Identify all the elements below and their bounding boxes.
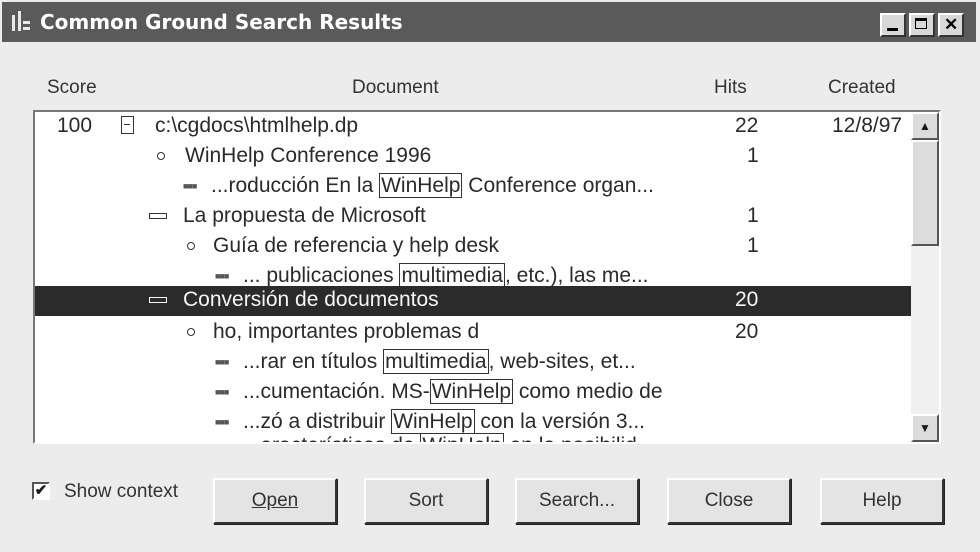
result-row-topic[interactable]: Guía de referencia y help desk 1 bbox=[35, 232, 909, 262]
column-header-score[interactable]: Score bbox=[47, 77, 97, 99]
close-button[interactable]: Close bbox=[667, 478, 791, 524]
section-bar-icon bbox=[149, 213, 167, 219]
context-dots-icon: ■■■ bbox=[215, 357, 229, 367]
show-context-checkbox[interactable]: ✔ bbox=[32, 482, 50, 500]
row-hits: 1 bbox=[747, 144, 759, 167]
column-header-created[interactable]: Created bbox=[828, 77, 896, 99]
context-snippet: ...aracterísticas de WinHelp en la posib… bbox=[243, 432, 654, 442]
context-snippet: ...roducción En la WinHelp Conference or… bbox=[211, 173, 654, 198]
column-header-document[interactable]: Document bbox=[352, 77, 439, 99]
match-highlight: multimedia bbox=[383, 349, 489, 374]
scrollbar-thumb[interactable] bbox=[911, 140, 939, 246]
row-label: c:\cgdocs\htmlhelp.dp bbox=[155, 114, 359, 137]
row-label: ho, importantes problemas d bbox=[213, 320, 480, 343]
row-hits: 20 bbox=[735, 288, 759, 311]
open-button[interactable]: Open bbox=[213, 478, 337, 524]
row-created: 12/8/97 bbox=[832, 114, 903, 137]
result-row-context[interactable]: ■■■ ...roducción En la WinHelp Conferenc… bbox=[35, 172, 909, 202]
row-label: WinHelp Conference 1996 bbox=[185, 144, 432, 167]
match-highlight: WinHelp bbox=[420, 433, 504, 442]
results-list[interactable]: 100 c:\cgdocs\htmlhelp.dp 22 12/8/97 Win… bbox=[33, 110, 941, 444]
vertical-scrollbar[interactable]: ▲ ▼ bbox=[911, 112, 939, 442]
result-row-context[interactable]: ■■■ ...cumentación. MS-WinHelp como medi… bbox=[35, 378, 909, 408]
column-header-hits[interactable]: Hits bbox=[714, 77, 747, 99]
result-row-topic[interactable]: ho, importantes problemas d 20 bbox=[35, 318, 909, 348]
sort-button[interactable]: Sort bbox=[364, 478, 488, 524]
section-bar-icon bbox=[149, 297, 167, 303]
context-dots-icon: ■■■ bbox=[215, 432, 229, 442]
topic-circle-icon bbox=[187, 328, 195, 336]
match-highlight: WinHelp bbox=[391, 409, 475, 434]
title-bar[interactable]: Common Ground Search Results bbox=[2, 2, 976, 42]
maximize-button[interactable] bbox=[909, 13, 935, 37]
search-results-window: Common Ground Search Results Score Docum… bbox=[0, 0, 980, 552]
scroll-down-arrow-icon[interactable]: ▼ bbox=[911, 414, 939, 442]
app-icon bbox=[10, 11, 32, 33]
window-title: Common Ground Search Results bbox=[40, 10, 403, 34]
row-score: 100 bbox=[57, 114, 93, 137]
result-row-context[interactable]: ■■■ ...rar en títulos multimedia, web-si… bbox=[35, 348, 909, 378]
document-icon bbox=[121, 116, 134, 134]
context-snippet: ...rar en títulos multimedia, web-sites,… bbox=[243, 349, 636, 374]
close-window-button[interactable] bbox=[938, 13, 964, 37]
topic-circle-icon bbox=[187, 242, 195, 250]
row-hits: 1 bbox=[747, 204, 759, 227]
match-highlight: WinHelp bbox=[429, 379, 514, 404]
search-button[interactable]: Search... bbox=[515, 478, 639, 524]
context-dots-icon: ■■■ bbox=[183, 181, 197, 191]
topic-circle-icon bbox=[157, 152, 165, 160]
result-row-topic[interactable]: WinHelp Conference 1996 1 bbox=[35, 142, 909, 172]
match-highlight: WinHelp bbox=[379, 173, 463, 198]
row-hits: 20 bbox=[735, 320, 759, 343]
row-hits: 1 bbox=[747, 234, 759, 257]
row-hits: 22 bbox=[735, 114, 759, 137]
row-label: La propuesta de Microsoft bbox=[183, 204, 426, 227]
row-label: Conversión de documentos bbox=[183, 288, 439, 311]
minimize-button[interactable] bbox=[880, 13, 906, 37]
row-label: Guía de referencia y help desk bbox=[213, 234, 500, 257]
scroll-up-arrow-icon[interactable]: ▲ bbox=[911, 112, 939, 140]
result-row-context[interactable]: ■■■ ...aracterísticas de WinHelp en la p… bbox=[35, 432, 909, 442]
context-snippet: ...cumentación. MS-WinHelp como medio de bbox=[243, 379, 663, 404]
result-row-section-selected[interactable]: Conversión de documentos 20 bbox=[35, 286, 911, 316]
help-button[interactable]: Help bbox=[820, 478, 944, 524]
show-context-label[interactable]: Show context bbox=[64, 481, 178, 503]
match-highlight: multimedia bbox=[399, 263, 505, 288]
context-dots-icon: ■■■ bbox=[215, 387, 229, 397]
result-row-document[interactable]: 100 c:\cgdocs\htmlhelp.dp 22 12/8/97 bbox=[35, 112, 909, 142]
result-row-section[interactable]: La propuesta de Microsoft 1 bbox=[35, 202, 909, 232]
